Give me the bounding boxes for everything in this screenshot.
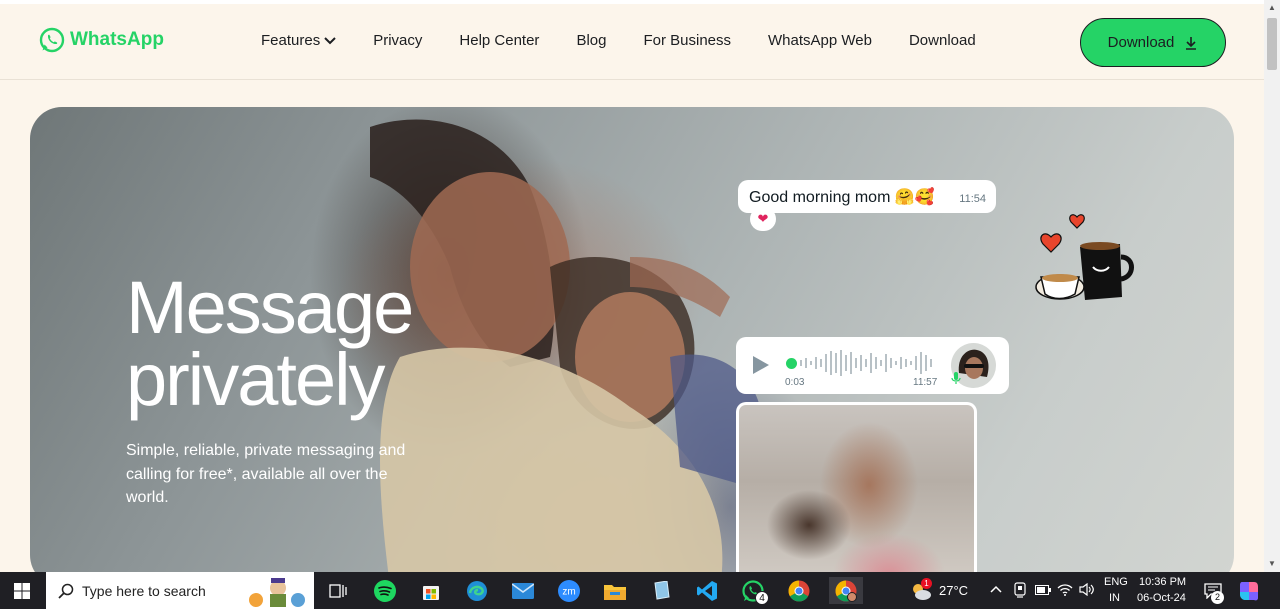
voice-message-bubble: 0:03 11:57 xyxy=(736,337,1009,394)
hero-title: Message privately xyxy=(126,266,414,421)
brand-name: WhatsApp xyxy=(70,29,164,50)
download-button-label: Download xyxy=(1107,34,1175,51)
voice-message-time: 11:57 xyxy=(913,377,938,388)
windows-logo-icon xyxy=(14,582,30,599)
language-region[interactable]: IN xyxy=(1109,592,1120,604)
nav-item-whatsapp-web[interactable]: WhatsApp Web xyxy=(768,32,872,49)
whatsapp-notification-badge: 4 xyxy=(755,591,769,605)
hero-subtitle: Simple, reliable, private messaging and … xyxy=(126,442,406,506)
nav-label: Privacy xyxy=(373,32,423,49)
chevron-down-icon xyxy=(324,36,336,44)
nav-label: For Business xyxy=(643,32,732,49)
hero-title-line2: privately xyxy=(126,338,386,421)
hero-title-line1: Message xyxy=(126,266,414,349)
nav-item-features[interactable]: Features xyxy=(261,32,336,49)
zoom-icon[interactable]: zm xyxy=(555,577,582,604)
microphone-icon xyxy=(951,372,961,384)
chevron-up-icon[interactable] xyxy=(990,585,1002,593)
task-view-icon[interactable] xyxy=(324,577,351,604)
microsoft-store-icon[interactable] xyxy=(417,577,444,604)
hero-banner: Message privately Simple, reliable, priv… xyxy=(30,107,1234,572)
download-icon xyxy=(1186,36,1197,50)
voice-elapsed-time: 0:03 xyxy=(785,377,805,388)
nav-item-help-center[interactable]: Help Center xyxy=(459,32,539,49)
waveform-icon xyxy=(800,350,932,376)
start-button[interactable] xyxy=(0,572,44,609)
notification-count-badge: 2 xyxy=(1211,591,1224,604)
wifi-icon[interactable] xyxy=(1057,583,1073,596)
scroll-thumb[interactable] xyxy=(1267,18,1277,70)
nav-item-for-business[interactable]: For Business xyxy=(643,32,731,49)
taskbar-search[interactable]: Type here to search xyxy=(46,572,314,609)
page-scrollbar[interactable]: ▲ ▼ xyxy=(1264,0,1280,572)
scroll-up-arrow-icon[interactable]: ▲ xyxy=(1268,4,1276,12)
whatsapp-logo-icon xyxy=(39,27,65,53)
svg-text:zm: zm xyxy=(562,586,575,597)
clock-date[interactable]: 06-Oct-24 xyxy=(1137,592,1186,604)
progress-dot[interactable] xyxy=(786,358,797,369)
browser-page: WhatsApp Features Privacy Help Center Bl… xyxy=(0,0,1264,572)
weather-alert-badge: 1 xyxy=(921,578,932,589)
coffee-cups-sticker-icon xyxy=(1035,214,1134,300)
search-placeholder: Type here to search xyxy=(82,582,206,599)
whatsapp-taskbar-icon[interactable]: 4 xyxy=(739,577,769,605)
heart-reaction-icon: ❤ xyxy=(750,207,776,231)
search-highlight-illustration-icon xyxy=(249,578,305,607)
vscode-icon[interactable] xyxy=(693,577,720,604)
nav-label: Blog xyxy=(576,32,607,49)
weather-icon[interactable]: 1 xyxy=(907,577,934,604)
copilot-icon[interactable] xyxy=(1238,580,1260,602)
scroll-down-arrow-icon[interactable]: ▼ xyxy=(1268,560,1276,568)
file-explorer-icon[interactable] xyxy=(601,577,628,604)
main-nav: Features Privacy Help Center Blog For Bu… xyxy=(261,32,1013,49)
mail-icon[interactable] xyxy=(509,577,536,604)
search-icon xyxy=(58,583,74,599)
whatsapp-logo[interactable]: WhatsApp xyxy=(38,26,164,54)
site-header: WhatsApp Features Privacy Help Center Bl… xyxy=(0,4,1264,80)
chat-message-text: Good morning mom 🤗🥰 xyxy=(749,189,935,206)
chat-message-time: 11:54 xyxy=(959,193,986,205)
nav-item-download[interactable]: Download xyxy=(909,32,976,49)
weather-temperature[interactable]: 27°C xyxy=(939,583,968,598)
nav-item-privacy[interactable]: Privacy xyxy=(373,32,422,49)
nav-label: Help Center xyxy=(459,32,540,49)
nav-label: Download xyxy=(908,32,976,49)
chrome-icon[interactable] xyxy=(785,577,812,604)
photo-message-bubble xyxy=(736,402,977,572)
chat-bubble: Good morning mom 🤗🥰 11:54 xyxy=(738,180,996,213)
shared-photo xyxy=(739,405,974,572)
notes-app-icon[interactable] xyxy=(647,577,674,604)
play-icon[interactable] xyxy=(752,355,770,375)
nav-label: WhatsApp Web xyxy=(768,32,872,49)
clock-time[interactable]: 10:36 PM xyxy=(1139,576,1186,588)
chrome-profile-icon[interactable] xyxy=(829,577,863,604)
battery-icon[interactable] xyxy=(1035,585,1051,595)
language-code[interactable]: ENG xyxy=(1104,576,1128,588)
meet-now-icon[interactable] xyxy=(1013,582,1027,598)
download-button[interactable]: Download xyxy=(1080,18,1226,67)
windows-taskbar: Type here to search zm 4 1 27°C ENG IN 1… xyxy=(0,572,1280,609)
nav-label: Features xyxy=(261,32,321,49)
spotify-icon[interactable] xyxy=(371,577,398,604)
nav-item-blog[interactable]: Blog xyxy=(576,32,606,49)
volume-icon[interactable] xyxy=(1079,583,1095,596)
edge-browser-icon[interactable] xyxy=(463,577,490,604)
